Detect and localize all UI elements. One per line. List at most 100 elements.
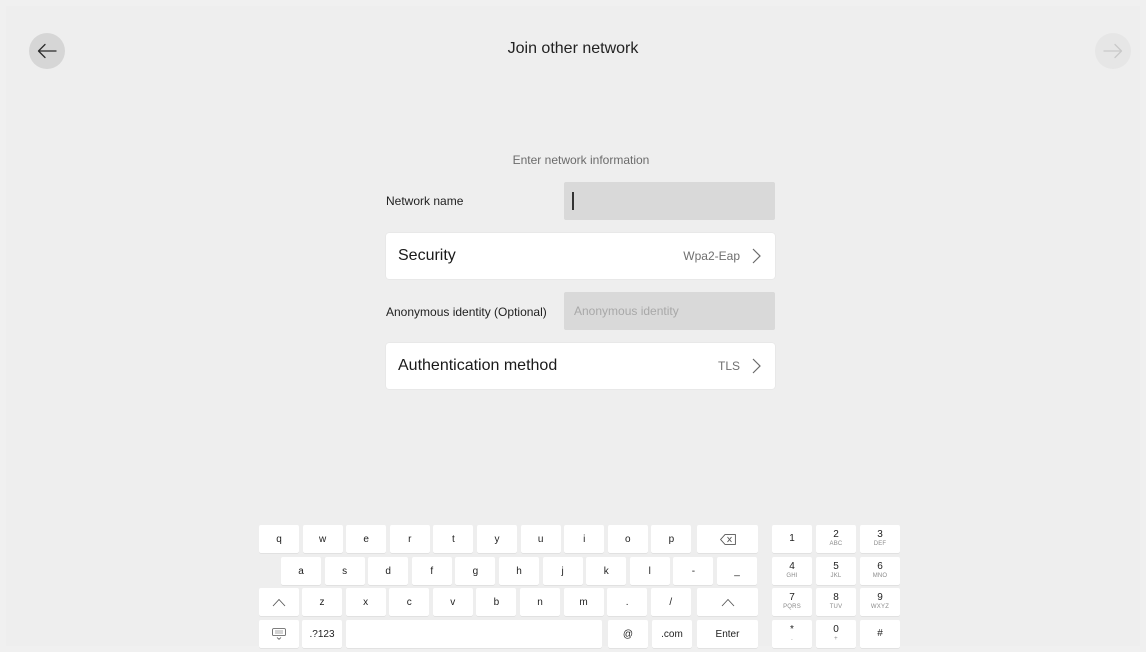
numpad-digit: 6 [877, 561, 883, 572]
numpad-letters: TUV [829, 604, 843, 610]
key-v[interactable]: v [432, 588, 473, 616]
authentication-method-label: Authentication method [398, 357, 558, 374]
key-label: d [385, 565, 391, 577]
key-label: j [561, 565, 564, 577]
numpad-digit: 2 [833, 529, 839, 540]
key-label: w [318, 533, 327, 545]
security-value: Wpa2-Eap [683, 249, 740, 263]
network-name-label: Network name [386, 194, 464, 208]
numpad-letters: ABC [829, 541, 843, 547]
authentication-method-row[interactable]: Authentication method TLS [386, 343, 775, 389]
anonymous-identity-input[interactable]: Anonymous identity [564, 292, 775, 330]
numpad-key[interactable]: 8 TUV [816, 588, 856, 616]
key-o[interactable]: o [607, 525, 648, 553]
key-label: .?123 [309, 628, 335, 640]
text-caret [572, 192, 574, 210]
numpad-key[interactable]: 9 WXYZ [860, 588, 900, 616]
key-label: i [583, 533, 586, 545]
numpad-digit: # [877, 628, 883, 639]
numpad-digit: * [790, 624, 794, 635]
key-s[interactable]: s [324, 557, 365, 585]
numpad-key[interactable]: 3 DEF [860, 525, 900, 553]
numpad-digit: 7 [789, 592, 795, 603]
numpad-digit: 8 [833, 592, 839, 603]
numpad-digit: 1 [789, 533, 795, 544]
key-k[interactable]: k [586, 557, 627, 585]
key-label: h [516, 565, 522, 577]
page-title: Join other network [507, 40, 639, 57]
security-row[interactable]: Security Wpa2-Eap [386, 233, 775, 279]
key-r[interactable]: r [389, 525, 430, 553]
key-d[interactable]: d [368, 557, 409, 585]
numpad-letters: PQRS [783, 604, 801, 610]
key-t[interactable]: t [433, 525, 474, 553]
anonymous-identity-placeholder: Anonymous identity [574, 304, 679, 318]
key-label: g [472, 565, 479, 577]
numpad-key[interactable]: 6 MNO [860, 557, 900, 585]
enter-key[interactable]: Enter [697, 620, 758, 648]
hide-keyboard-key[interactable] [259, 620, 299, 648]
key-label: _ [734, 565, 740, 577]
key-period[interactable]: . [607, 588, 648, 616]
shift-icon [721, 598, 734, 606]
chevron-right-icon [752, 358, 761, 374]
backspace-key[interactable] [697, 525, 758, 553]
key-h[interactable]: h [499, 557, 539, 585]
numpad-digit: 3 [877, 529, 883, 540]
symbols-key[interactable]: .?123 [302, 620, 342, 648]
key-z[interactable]: z [302, 588, 342, 616]
key-u[interactable]: u [520, 525, 561, 553]
key-label: @ [622, 628, 634, 640]
numpad-digit: 5 [833, 561, 839, 572]
shift-left-key[interactable] [259, 588, 299, 616]
key-g[interactable]: g [455, 557, 496, 585]
numpad-letters: JKL [830, 573, 842, 579]
numpad-key[interactable]: 7 PQRS [772, 588, 812, 616]
anonymous-identity-label: Anonymous identity (Optional) [386, 305, 547, 319]
key-j[interactable]: j [542, 557, 583, 585]
key-c[interactable]: c [389, 588, 430, 616]
key-hyphen[interactable]: - [673, 557, 714, 585]
key-label: l [648, 565, 651, 577]
shift-right-key[interactable] [697, 588, 758, 616]
forward-button[interactable] [1095, 33, 1131, 69]
key-slash[interactable]: / [650, 588, 691, 616]
numpad-key[interactable]: # [860, 620, 900, 648]
numpad-key[interactable]: 1 [772, 525, 812, 553]
numpad-key[interactable]: 5 JKL [816, 557, 856, 585]
key-b[interactable]: b [476, 588, 517, 616]
key-q[interactable]: q [259, 525, 299, 553]
key-label: q [276, 533, 282, 545]
key-w[interactable]: w [302, 525, 343, 553]
key-p[interactable]: p [651, 525, 692, 553]
dotcom-key[interactable]: .com [652, 620, 692, 648]
numpad-key[interactable]: 4 GHI [772, 557, 812, 585]
key-e[interactable]: e [346, 525, 387, 553]
numpad-letters: WXYZ [870, 604, 890, 610]
numpad-key[interactable]: 0 + [816, 620, 856, 648]
chevron-right-icon [752, 248, 761, 264]
network-name-input[interactable] [564, 182, 775, 220]
key-a[interactable]: a [281, 557, 321, 585]
key-x[interactable]: x [345, 588, 386, 616]
backspace-icon [719, 533, 736, 545]
space-key[interactable] [346, 620, 602, 648]
key-label: k [603, 565, 609, 577]
key-i[interactable]: i [564, 525, 605, 553]
key-label: m [579, 596, 588, 608]
key-label: y [494, 533, 500, 545]
key-m[interactable]: m [563, 588, 604, 616]
numpad-key[interactable]: 2 ABC [816, 525, 856, 553]
key-f[interactable]: f [411, 557, 452, 585]
key-label: v [450, 596, 456, 608]
keyboard-hide-icon [272, 628, 286, 640]
numpad-letters: MNO [872, 573, 888, 579]
key-n[interactable]: n [520, 588, 560, 616]
key-l[interactable]: l [629, 557, 670, 585]
key-label: s [342, 565, 348, 577]
key-at[interactable]: @ [608, 620, 648, 648]
numpad-key[interactable]: *. [772, 620, 812, 648]
key-label: f [430, 565, 434, 577]
key-underscore[interactable]: _ [717, 557, 757, 585]
key-y[interactable]: y [477, 525, 517, 553]
